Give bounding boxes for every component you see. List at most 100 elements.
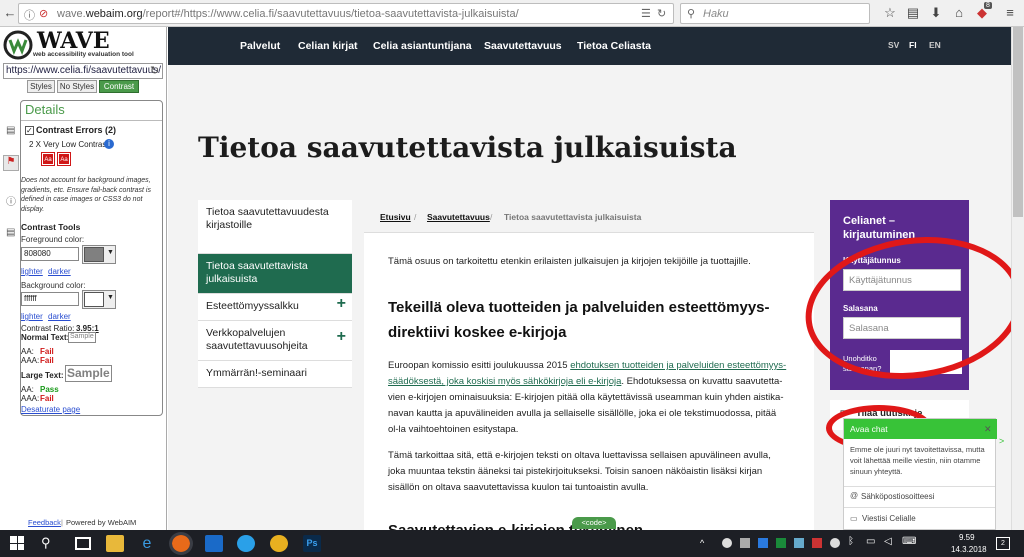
home-icon[interactable]: ⌂	[951, 5, 967, 21]
info-icon[interactable]: ⓘ	[24, 7, 35, 23]
expand-icon[interactable]: +	[337, 296, 346, 312]
nav-celia-asiantuntijana[interactable]: Celia asiantuntijana	[373, 40, 472, 52]
bg-input[interactable]: ffffff	[21, 292, 79, 306]
wave-subtitle: web accessibility evaluation tool	[33, 51, 134, 58]
wave-url-input[interactable]: https://www.celia.fi/saavutettavuus/	[3, 63, 163, 79]
tray-icon[interactable]	[812, 538, 822, 548]
lang-fi[interactable]: FI	[909, 40, 917, 50]
main-article: Etusivu / Saavutettavuus / Tietoa saavut…	[364, 200, 814, 539]
aa-normal-result: Fail	[40, 347, 54, 356]
nav-celian-kirjat[interactable]: Celian kirjat	[298, 40, 358, 52]
chat-arrow-icon[interactable]: >	[999, 436, 1004, 446]
code-toggle-button[interactable]: <code>	[572, 517, 616, 529]
lang-sv[interactable]: SV	[888, 40, 899, 50]
addon-badge: 8	[984, 2, 992, 9]
tray-icon[interactable]	[830, 538, 840, 548]
contrast-checkbox[interactable]: ✓	[25, 126, 34, 135]
bluetooth-icon[interactable]: ᛒ	[848, 536, 854, 547]
fg-darker-link[interactable]: darker	[48, 267, 71, 276]
info-tab-icon[interactable]: ⓘ	[6, 193, 16, 208]
reload-icon[interactable]: ↻	[657, 7, 666, 20]
lang-en[interactable]: EN	[929, 40, 941, 50]
menu-icon[interactable]: ≡	[1002, 5, 1018, 21]
no-styles-button[interactable]: No Styles	[57, 80, 97, 93]
ratio-label: Contrast Ratio:	[21, 324, 75, 333]
firefox-icon[interactable]	[169, 532, 193, 555]
breadcrumb-separator: /	[414, 212, 417, 222]
sidebar-item-kirjastoille[interactable]: Tietoa saavutettavuudesta kirjastoille	[198, 200, 352, 254]
keyboard-icon[interactable]: ⌨	[902, 536, 916, 547]
tray-icon[interactable]	[776, 538, 786, 548]
sidebar-item-verkkopalvelujen[interactable]: Verkkopalvelujen saavutettavuusohjeita +	[198, 321, 352, 361]
breadcrumb-saavutettavuus[interactable]: Saavutettavuus	[427, 212, 490, 222]
file-explorer-icon[interactable]	[106, 535, 124, 552]
back-icon[interactable]: ←	[2, 5, 18, 21]
divider	[844, 507, 995, 508]
styles-button[interactable]: Styles	[27, 80, 55, 93]
tray-chevron-icon[interactable]: ^	[700, 538, 704, 548]
bg-lighter-link[interactable]: lighter	[21, 312, 43, 321]
tray-icon[interactable]	[722, 538, 732, 548]
outlook-icon[interactable]	[205, 535, 223, 552]
code-tab-icon[interactable]: ▤	[6, 227, 15, 238]
photoshop-icon[interactable]: Ps	[303, 535, 321, 552]
reader-icon[interactable]: ☰	[641, 7, 651, 20]
bookmark-star-icon[interactable]: ☆	[882, 5, 898, 21]
sidebar-item-julkaisuista[interactable]: Tietoa saavutettavista julkaisuista	[198, 254, 352, 294]
chat-close-icon[interactable]: ✕	[984, 424, 992, 435]
open-chat-button[interactable]: Avaa chat	[844, 419, 997, 439]
url-prefix: wave.	[57, 8, 86, 20]
library-icon[interactable]: ▤	[905, 5, 921, 21]
expand-icon[interactable]: +	[337, 329, 346, 345]
page-scrollbar[interactable]	[1011, 27, 1024, 530]
contrast-button[interactable]: Contrast	[99, 80, 139, 93]
clock-time[interactable]: 9.59	[959, 533, 975, 542]
site-nav: Palvelut Celian kirjat Celia asiantuntij…	[168, 27, 1011, 65]
powered-by-link[interactable]: Powered by WebAIM	[66, 518, 136, 527]
fg-lighter-link[interactable]: lighter	[21, 267, 43, 276]
tray-icon[interactable]	[740, 538, 750, 548]
fg-input[interactable]: 808080	[21, 247, 79, 261]
help-icon[interactable]: i	[104, 139, 114, 149]
contrast-error-icon[interactable]: Aa	[41, 152, 55, 166]
sidebar-item-seminaari[interactable]: Ymmärrän!-seminaari	[198, 361, 352, 388]
search-placeholder: Haku	[703, 8, 729, 20]
desaturate-link[interactable]: Desaturate page	[21, 405, 80, 414]
summary-tab-icon[interactable]: ▤	[6, 125, 15, 136]
flag-tab-icon[interactable]: ⚑	[3, 155, 19, 171]
wave-refresh-icon[interactable]: ↻	[150, 64, 159, 77]
tray-icon[interactable]	[758, 538, 768, 548]
notification-icon[interactable]: 2	[996, 537, 1010, 550]
divider	[21, 120, 162, 121]
nav-tietoa-celiasta[interactable]: Tietoa Celiasta	[577, 40, 651, 52]
search-icon[interactable]: ⚲	[41, 535, 51, 551]
breadcrumb-etusivu[interactable]: Etusivu	[380, 212, 411, 222]
at-icon: @	[850, 491, 859, 500]
scrollbar-thumb[interactable]	[1013, 27, 1023, 217]
dropdown-icon: ▼	[107, 249, 114, 256]
tray-icon[interactable]	[794, 538, 804, 548]
search-bar[interactable]: ⚲ Haku	[680, 3, 870, 24]
download-icon[interactable]: ⬇	[928, 5, 944, 21]
windows-start-icon[interactable]	[10, 536, 24, 550]
edge-icon[interactable]: e	[138, 535, 156, 552]
skype-icon[interactable]	[237, 535, 255, 552]
chrome-icon[interactable]	[270, 535, 288, 552]
breadcrumb: Etusivu / Saavutettavuus / Tietoa saavut…	[364, 200, 814, 233]
chat-message-input[interactable]: Viestisi Celialle	[862, 514, 916, 523]
fg-swatch	[84, 247, 104, 262]
bg-darker-link[interactable]: darker	[48, 312, 71, 321]
task-view-icon[interactable]	[75, 537, 91, 550]
contrast-error-icon[interactable]: Aa	[57, 152, 71, 166]
sidebar-item-label: Tietoa saavutettavista julkaisuista	[206, 260, 308, 285]
chat-email-input[interactable]: Sähköpostiosoitteesi	[861, 492, 934, 501]
clock-date[interactable]: 14.3.2018	[951, 545, 987, 554]
nav-saavutettavuus[interactable]: Saavutettavuus	[484, 40, 562, 52]
sidebar-item-esteettomyyssalkku[interactable]: Esteettömyyssalkku +	[198, 294, 352, 321]
network-icon[interactable]: ▭	[866, 536, 875, 547]
feedback-link[interactable]: Feedback	[28, 518, 61, 527]
url-bar[interactable]: ⓘ ⊘ wave.webaim.org/report#/https://www.…	[18, 3, 674, 24]
very-low-contrast-label: 2 X Very Low Contrast	[29, 140, 109, 149]
nav-palvelut[interactable]: Palvelut	[240, 40, 280, 52]
volume-icon[interactable]: ◁	[884, 536, 892, 547]
